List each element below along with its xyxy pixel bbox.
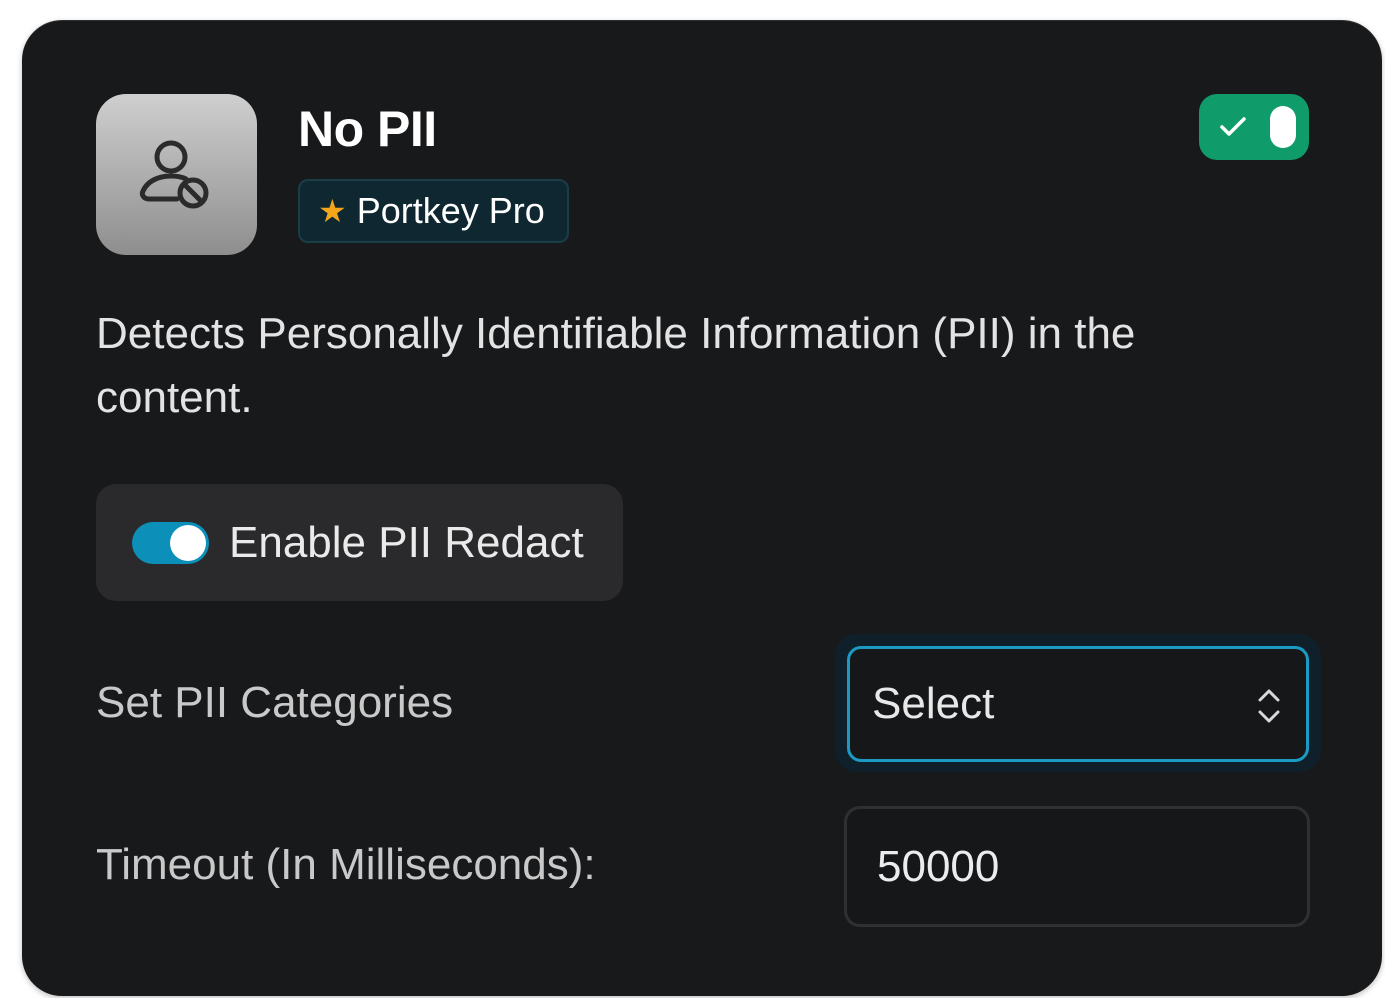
timeout-label: Timeout (In Milliseconds):	[96, 840, 596, 889]
toggle-knob	[1270, 106, 1296, 148]
chevron-up-down-icon	[1258, 689, 1280, 723]
pii-categories-select[interactable]: Select	[847, 646, 1309, 762]
portkey-pro-badge: ★ Portkey Pro	[298, 179, 569, 243]
pii-redact-label: Enable PII Redact	[229, 517, 584, 567]
redact-option: Enable PII Redact	[96, 484, 623, 601]
plugin-title: No PII	[298, 101, 437, 157]
pii-redact-switch[interactable]	[132, 521, 209, 564]
star-icon: ★	[318, 193, 347, 229]
select-value: Select	[872, 679, 995, 728]
check-icon	[1220, 117, 1246, 136]
pii-categories-label: Set PII Categories	[96, 678, 454, 727]
badge-label: Portkey Pro	[356, 190, 545, 231]
plugin-description: Detects Personally Identifiable Informat…	[96, 309, 1136, 422]
switch-knob	[170, 524, 206, 561]
pii-categories-focus-ring: Select	[835, 634, 1321, 772]
user-blocked-icon	[96, 94, 257, 255]
plugin-enabled-toggle[interactable]	[1199, 94, 1309, 160]
plugin-card: No PII ★ Portkey Pro Detects Personally …	[22, 20, 1382, 996]
timeout-input[interactable]: 50000	[844, 806, 1310, 927]
